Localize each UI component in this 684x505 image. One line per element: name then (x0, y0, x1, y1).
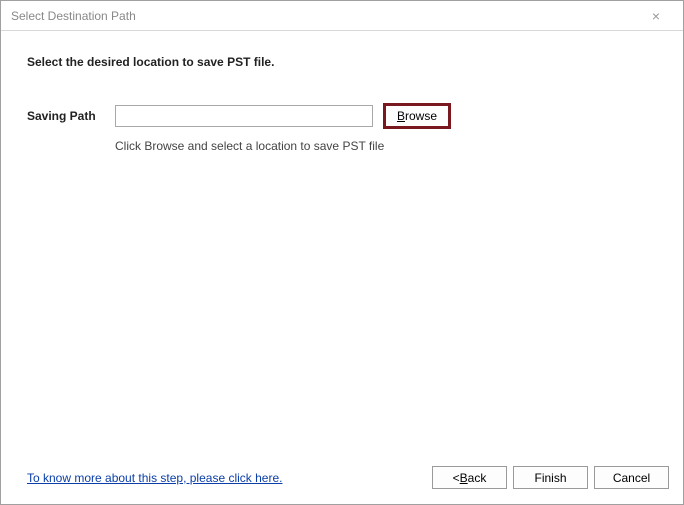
back-button[interactable]: < Back (432, 466, 507, 489)
help-link[interactable]: To know more about this step, please cli… (27, 471, 282, 485)
titlebar: Select Destination Path × (1, 1, 683, 31)
instruction-text: Select the desired location to save PST … (27, 55, 657, 69)
saving-path-input[interactable] (115, 105, 373, 127)
browse-label-rest: rowse (405, 109, 437, 123)
finish-button[interactable]: Finish (513, 466, 588, 489)
cancel-button[interactable]: Cancel (594, 466, 669, 489)
dialog-select-destination-path: Select Destination Path × Select the des… (0, 0, 684, 505)
content-area: Select the desired location to save PST … (1, 31, 683, 460)
browse-button[interactable]: Browse (383, 103, 451, 129)
window-title: Select Destination Path (11, 9, 637, 23)
back-prefix: < (453, 471, 460, 485)
footer: To know more about this step, please cli… (1, 460, 683, 504)
saving-path-row: Saving Path Browse (27, 103, 657, 129)
browse-accelerator: B (397, 109, 405, 123)
saving-path-label: Saving Path (27, 109, 105, 123)
back-accelerator: B (460, 471, 468, 485)
hint-text: Click Browse and select a location to sa… (115, 139, 657, 153)
back-rest: ack (468, 471, 487, 485)
close-icon[interactable]: × (637, 4, 675, 28)
